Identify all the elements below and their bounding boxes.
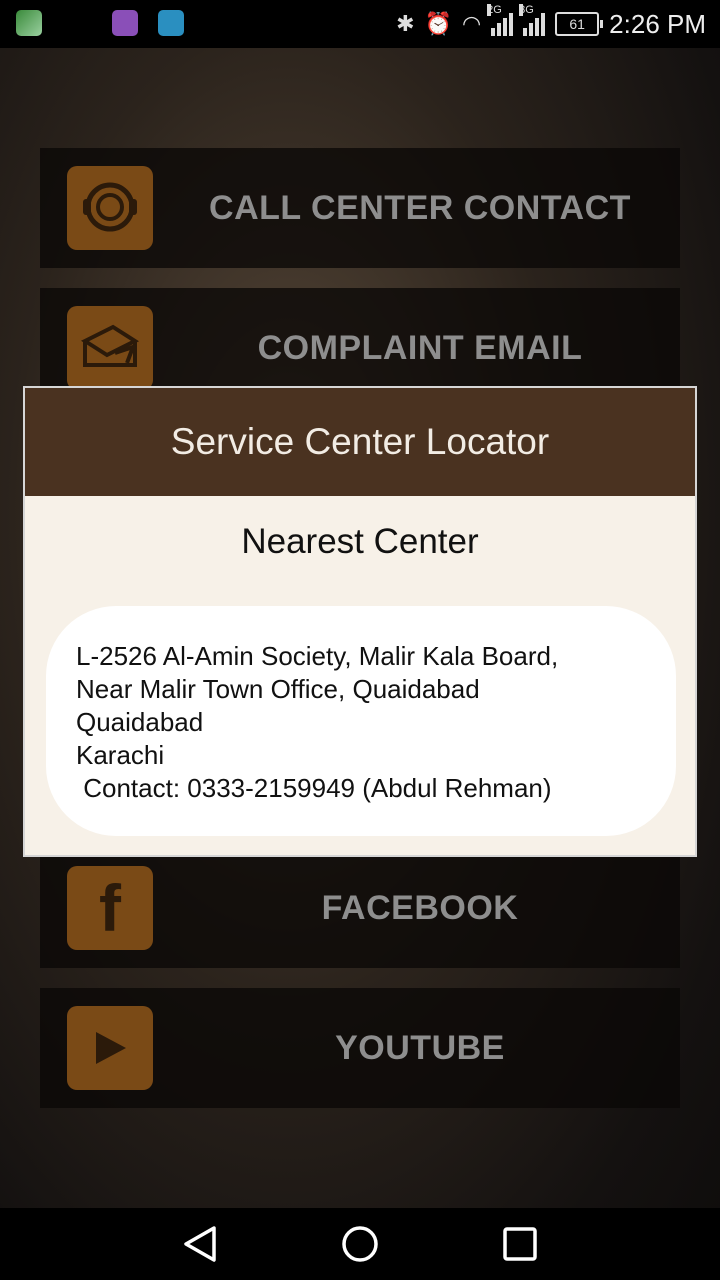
facebook-tile[interactable]: f FACEBOOK xyxy=(40,848,680,968)
headset-icon xyxy=(67,166,153,250)
email-icon xyxy=(67,306,153,390)
youtube-tile[interactable]: YOUTUBE xyxy=(40,988,680,1108)
image-app-icon xyxy=(112,10,138,36)
bluetooth-icon: ✱ xyxy=(396,11,415,36)
dialog-header: Service Center Locator xyxy=(25,388,695,496)
contact-line: Contact: 0333-2159949 (Abdul Rehman) xyxy=(76,773,552,803)
navigation-bar xyxy=(0,1208,720,1280)
recents-button[interactable] xyxy=(498,1222,542,1266)
facebook-label: FACEBOOK xyxy=(321,888,519,927)
notification-icons xyxy=(16,10,184,36)
address-line: L-2526 Al-Amin Society, Malir Kala Board… xyxy=(76,641,559,671)
clock: 2:26 PM xyxy=(609,8,706,39)
network-type-label: 2G xyxy=(487,4,502,16)
address-line: Karachi xyxy=(76,740,165,770)
facebook-icon: f xyxy=(67,866,153,950)
service-center-dialog: Service Center Locator Nearest Center L-… xyxy=(23,386,697,857)
address-line: Near Malir Town Office, Quaidabad xyxy=(76,674,480,704)
dialog-subtitle: Nearest Center xyxy=(241,522,479,561)
address-card[interactable]: L-2526 Al-Amin Society, Malir Kala Board… xyxy=(46,606,676,836)
call-center-label: CALL CENTER CONTACT xyxy=(209,188,631,227)
gallery-app-icon xyxy=(16,10,42,36)
call-center-tile[interactable]: CALL CENTER CONTACT xyxy=(40,148,680,268)
back-icon xyxy=(184,1226,216,1262)
wifi-icon: ◠ xyxy=(461,11,482,36)
battery-icon: 61 xyxy=(555,12,604,36)
recents-icon xyxy=(503,1227,537,1261)
network-type-label: 3G xyxy=(519,4,534,16)
chat-app-icon xyxy=(158,10,184,36)
youtube-label: YOUTUBE xyxy=(335,1028,505,1067)
address-line: Quaidabad xyxy=(76,707,204,737)
signal-2g-icon: 2G xyxy=(487,4,514,36)
play-icon xyxy=(67,1006,153,1090)
back-button[interactable] xyxy=(178,1222,222,1266)
home-icon xyxy=(342,1226,378,1262)
alarm-icon: ⏰ xyxy=(424,11,452,36)
home-button[interactable] xyxy=(338,1222,382,1266)
status-bar: ✱ ⏰ ◠ 2G 3G 61 2:26 PM xyxy=(0,0,720,48)
dialog-title: Service Center Locator xyxy=(170,421,550,462)
signal-3g-icon: 3G xyxy=(519,4,546,36)
